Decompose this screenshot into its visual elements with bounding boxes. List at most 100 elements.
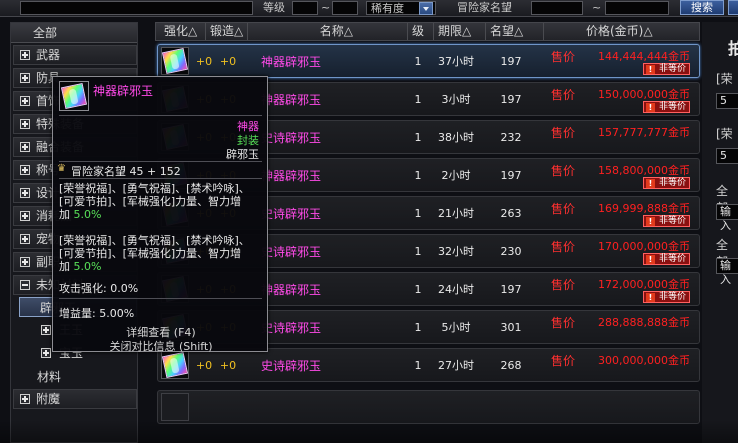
item-name-input[interactable]	[20, 1, 253, 15]
row-price: 288,888,888金币	[598, 316, 690, 329]
row-duration: 37小时	[438, 55, 474, 68]
tooltip-type: 辟邪玉	[226, 148, 259, 161]
header-strengthen[interactable]: 强化△	[162, 23, 206, 40]
filter-input-2[interactable]: 5	[716, 148, 738, 164]
header-duration[interactable]: 期限△	[436, 23, 486, 40]
header-reputation[interactable]: 名望△	[488, 23, 544, 40]
warning-icon: !	[646, 217, 655, 226]
divider	[59, 178, 262, 179]
item-slot[interactable]	[161, 47, 189, 75]
row-sale-label: 售价	[550, 316, 575, 330]
row-sale-label: 售价	[550, 202, 575, 216]
non-equivalent-badge: ! 非等价	[643, 253, 690, 265]
list-header: 强化△ 锻造△ 名称△ 级△ 期限△ 名望△ 价格(金币)△	[155, 22, 700, 55]
divider	[59, 115, 262, 116]
row-strengthen: +0	[195, 55, 213, 68]
header-price[interactable]: 价格(金币)△	[546, 23, 699, 40]
row-duration: 3小时	[441, 93, 471, 106]
tooltip-close-hint: 关闭对比信息 (Shift)	[109, 340, 213, 353]
tooltip-effect-2: [荣誉祝福]、[勇气祝福]、[禁术吟咏]、 [可爱节拍]、[军械强化]力量、智力…	[59, 234, 250, 273]
filter-label-1: [荣	[716, 72, 733, 86]
expand-icon	[20, 394, 30, 404]
expand-icon	[20, 188, 30, 198]
reputation-label: 冒险家名望	[457, 1, 512, 14]
row-level: 1	[414, 131, 422, 144]
category-weapon[interactable]: 武器	[13, 45, 137, 65]
level-from-input[interactable]	[292, 1, 318, 15]
empty-row	[157, 390, 700, 424]
empty-slot	[161, 393, 189, 421]
row-reputation: 301	[500, 321, 522, 334]
expand-icon	[20, 234, 30, 244]
row-duration: 32小时	[438, 245, 474, 258]
filter-input-1[interactable]: 5	[716, 93, 738, 109]
row-name: 神器辟邪玉	[260, 55, 321, 69]
category-enchant[interactable]: 附魔	[13, 389, 137, 409]
warning-icon: !	[646, 293, 655, 302]
expand-icon	[41, 325, 51, 335]
row-reputation: 268	[500, 359, 522, 372]
header-name[interactable]: 名称△	[250, 23, 408, 40]
row-duration: 38小时	[438, 131, 474, 144]
row-duration: 21小时	[438, 207, 474, 220]
filter-input-4[interactable]: 输入	[716, 258, 738, 286]
row-duration: 24小时	[438, 283, 474, 296]
table-row[interactable]: +0 +0 神器辟邪玉 1 37小时 197 售价 144,444,444金币! 非等价	[157, 44, 700, 78]
item-icon	[59, 81, 89, 111]
level-to-input[interactable]	[332, 1, 358, 15]
gem-icon	[60, 82, 88, 110]
row-level: 1	[414, 169, 422, 182]
row-forge: +0	[219, 359, 237, 372]
row-sale-label: 售价	[550, 240, 575, 254]
row-strengthen: +0	[195, 359, 213, 372]
warning-icon: !	[646, 179, 655, 188]
warning-icon: !	[646, 255, 655, 264]
divider	[59, 161, 262, 162]
warning-icon: !	[646, 65, 655, 74]
row-reputation: 197	[500, 93, 522, 106]
reputation-from-input[interactable]	[531, 1, 583, 15]
filter-input-3[interactable]: 输入	[716, 204, 738, 232]
row-duration: 27小时	[438, 359, 474, 372]
row-price: 300,000,000金币	[598, 354, 690, 367]
row-sale-label: 售价	[550, 88, 575, 102]
non-equivalent-badge: ! 非等价	[643, 291, 690, 303]
reputation-to-input[interactable]	[605, 1, 669, 15]
header-level[interactable]: 级△	[410, 23, 434, 55]
expand-icon	[20, 96, 30, 106]
filter-label-2: [荣	[716, 127, 733, 141]
row-duration: 5小时	[441, 321, 471, 334]
category-all[interactable]: 全部	[11, 23, 137, 43]
row-level: 1	[414, 283, 422, 296]
gem-icon	[161, 47, 189, 75]
extra-button[interactable]	[728, 0, 738, 15]
non-equivalent-badge: ! 非等价	[643, 101, 690, 113]
divider	[59, 298, 262, 299]
tooltip-attack: 攻击强化: 0.0%	[59, 282, 139, 295]
item-slot[interactable]	[161, 351, 189, 379]
expand-icon	[20, 73, 30, 83]
row-level: 1	[414, 321, 422, 334]
right-panel-title: 拍	[728, 39, 738, 58]
row-reputation: 263	[500, 207, 522, 220]
row-reputation: 197	[500, 55, 522, 68]
category-material[interactable]: 材料	[13, 367, 137, 387]
non-equivalent-badge: ! 非等价	[643, 63, 690, 75]
row-sale-label: 售价	[550, 164, 575, 178]
non-equivalent-badge: ! 非等价	[643, 215, 690, 227]
search-bar: 等级 ~ 稀有度 冒险家名望 ~ 搜索	[0, 0, 738, 17]
expand-icon	[20, 165, 30, 175]
row-sale-label: 售价	[550, 354, 575, 368]
row-sale-label: 售价	[550, 278, 575, 292]
non-equivalent-badge: ! 非等价	[643, 177, 690, 189]
rarity-select[interactable]: 稀有度	[366, 1, 436, 15]
level-label: 等级	[263, 1, 285, 14]
collapse-icon	[20, 280, 30, 290]
row-level: 1	[414, 93, 422, 106]
chevron-down-icon[interactable]	[419, 2, 433, 15]
reputation-icon: ♛	[57, 163, 66, 174]
item-tooltip: 神器辟邪玉 神器 封装 辟邪玉 ♛ 冒险家名望 45 + 152 [荣誉祝福]、…	[52, 76, 268, 353]
search-button[interactable]: 搜索	[680, 0, 724, 15]
tooltip-reputation: 冒险家名望 45 + 152	[71, 165, 181, 178]
header-forge[interactable]: 锻造△	[208, 23, 248, 40]
